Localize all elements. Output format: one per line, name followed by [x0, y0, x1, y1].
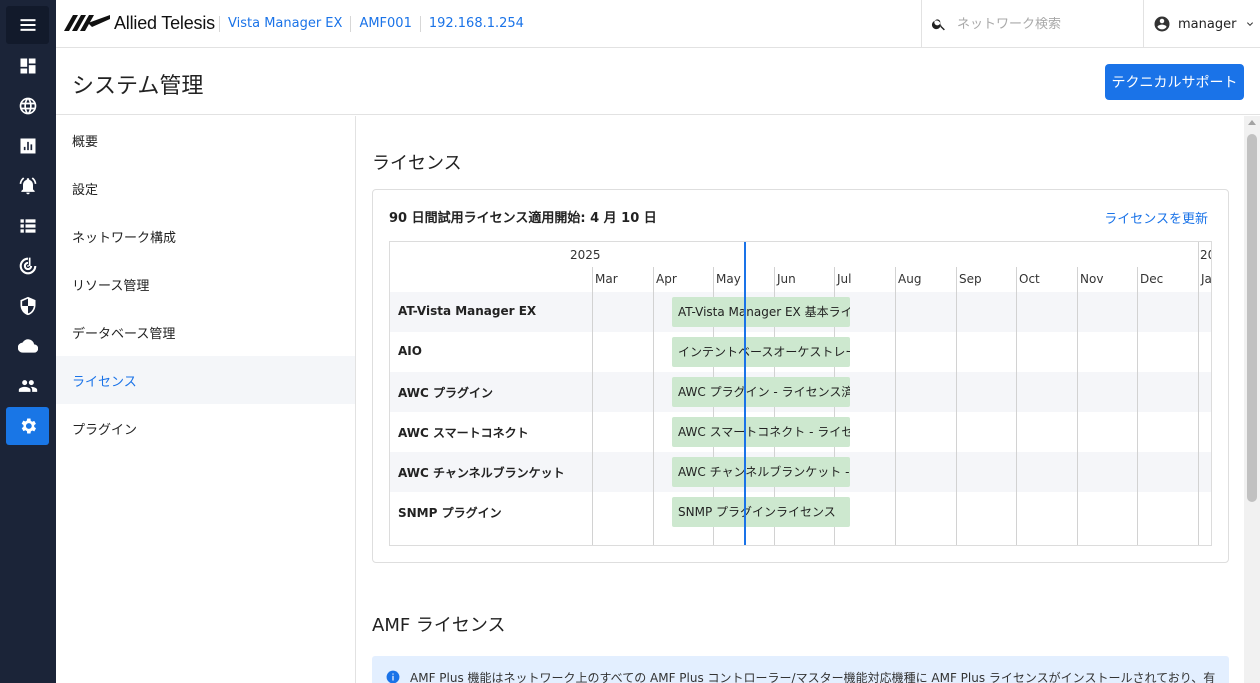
month-gridline: [592, 267, 593, 545]
year-label: 2025: [570, 248, 601, 262]
month-gridline: [895, 267, 896, 545]
license-row-label: AWC プラグイン: [398, 386, 493, 400]
month-label: Jul: [837, 272, 852, 286]
license-section-title: ライセンス: [372, 153, 462, 174]
breadcrumb-product[interactable]: Vista Manager EX: [219, 16, 350, 32]
license-row-label: AWC スマートコネクト: [398, 426, 529, 440]
license-timeline: 2025 20 Mar Apr May Jun Jul Aug Sep Oct …: [389, 241, 1212, 546]
nav-wireless[interactable]: [6, 247, 49, 285]
sidenav-item-database-management[interactable]: データベース管理: [56, 308, 355, 356]
license-row-label: AWC チャンネルブランケット: [398, 466, 565, 480]
icon-rail: [0, 0, 56, 683]
technical-support-button[interactable]: テクニカルサポート: [1105, 64, 1244, 100]
license-bar[interactable]: インテントベースオーケストレー: [672, 337, 850, 367]
amf-info-banner: AMF Plus 機能はネットワーク上のすべての AMF Plus コントローラ…: [372, 656, 1229, 683]
info-icon: [386, 670, 400, 683]
nav-device-list[interactable]: [6, 207, 49, 245]
month-label: Dec: [1140, 272, 1164, 286]
breadcrumb-amf-network[interactable]: AMF001: [350, 16, 419, 32]
month-label: Mar: [595, 272, 618, 286]
account-icon: [1154, 16, 1170, 32]
license-row-label: SNMP プラグイン: [398, 506, 502, 520]
license-bar[interactable]: AWC チャンネルブランケット -: [672, 457, 850, 487]
nav-security[interactable]: [6, 287, 49, 325]
month-label: Jun: [777, 272, 796, 286]
alarm-icon: [19, 177, 36, 195]
allied-telesis-logo-icon: [64, 15, 110, 31]
nav-users[interactable]: [6, 367, 49, 405]
sidenav-item-network-config[interactable]: ネットワーク構成: [56, 212, 355, 260]
license-bar[interactable]: AWC プラグイン - ライセンス済: [672, 377, 850, 407]
search-icon: [931, 19, 945, 31]
sidenav-item-license[interactable]: ライセンス: [56, 356, 355, 404]
month-label: Oct: [1019, 272, 1040, 286]
main-content: ライセンス 90 日間試用ライセンス適用開始: 4 月 10 日 ライセンスを更…: [356, 116, 1244, 683]
page-header: システム管理 テクニカルサポート: [56, 48, 1260, 115]
month-gridline: [1137, 267, 1138, 545]
month-gridline: [956, 267, 957, 545]
license-bar[interactable]: AWC スマートコネクト - ライセ: [672, 417, 850, 447]
breadcrumb: Vista Manager EX AMF001 192.168.1.254: [219, 0, 532, 48]
license-bar[interactable]: AT-Vista Manager EX 基本ライセ: [672, 297, 850, 327]
shield-icon: [20, 296, 35, 316]
month-label: Sep: [959, 272, 982, 286]
user-menu[interactable]: manager: [1143, 0, 1260, 48]
month-label: Ja: [1201, 272, 1212, 286]
sidenav-item-plugins[interactable]: プラグイン: [56, 404, 355, 452]
month-label: Aug: [898, 272, 922, 286]
logo-text: Allied Telesis: [114, 12, 215, 33]
nav-cloud[interactable]: [6, 327, 49, 365]
license-row-label: AT-Vista Manager EX: [398, 304, 537, 318]
month-gridline: [1077, 267, 1078, 545]
search-input[interactable]: [957, 16, 1127, 32]
network-search: [921, 0, 1143, 48]
gear-icon: [21, 418, 36, 434]
update-license-link[interactable]: ライセンスを更新: [1104, 208, 1208, 227]
menu-button[interactable]: [6, 6, 49, 44]
year-label: 20: [1200, 248, 1211, 262]
year-gridline: [1198, 242, 1199, 545]
month-label: Nov: [1080, 272, 1104, 286]
menu-icon: [20, 19, 35, 31]
trial-license-text: 90 日間試用ライセンス適用開始: 4 月 10 日: [389, 211, 657, 226]
list-icon: [20, 219, 35, 233]
page-title: システム管理: [72, 74, 204, 99]
globe-icon: [19, 97, 36, 115]
bar-chart-icon: [20, 138, 35, 154]
scroll-thumb[interactable]: [1247, 134, 1257, 502]
chevron-down-icon: [1247, 22, 1254, 26]
month-gridline: [653, 267, 654, 545]
license-row-label: AIO: [398, 344, 422, 358]
company-logo: Allied Telesis: [64, 12, 215, 34]
nav-reports[interactable]: [6, 127, 49, 165]
nav-alarms[interactable]: [6, 167, 49, 205]
today-marker: [744, 242, 746, 545]
users-icon: [18, 380, 37, 392]
license-card: 90 日間試用ライセンス適用開始: 4 月 10 日 ライセンスを更新 2025…: [372, 189, 1229, 563]
amf-license-section-title: AMF ライセンス: [372, 615, 506, 636]
content-scrollbar[interactable]: [1244, 116, 1260, 683]
month-label: Apr: [656, 272, 677, 286]
top-header: Allied Telesis Vista Manager EX AMF001 1…: [56, 0, 1260, 48]
system-admin-sidenav: 概要 設定 ネットワーク構成 リソース管理 データベース管理 ライセンス プラグ…: [56, 116, 356, 683]
radar-icon: [19, 257, 36, 275]
license-bar[interactable]: SNMP プラグインライセンス: [672, 497, 850, 527]
nav-network-map[interactable]: [6, 87, 49, 125]
sidenav-item-resource-management[interactable]: リソース管理: [56, 260, 355, 308]
nav-system-admin[interactable]: [6, 407, 49, 445]
user-name: manager: [1178, 16, 1237, 32]
sidenav-item-overview[interactable]: 概要: [56, 116, 355, 164]
amf-info-text: AMF Plus 機能はネットワーク上のすべての AMF Plus コントローラ…: [410, 671, 1216, 683]
scroll-up-arrow-icon[interactable]: [1248, 120, 1256, 125]
breadcrumb-ip-address[interactable]: 192.168.1.254: [419, 16, 532, 32]
nav-dashboard[interactable]: [6, 47, 49, 85]
dashboard-icon: [20, 58, 35, 74]
cloud-icon: [17, 339, 38, 353]
sidenav-item-settings[interactable]: 設定: [56, 164, 355, 212]
month-gridline: [1016, 267, 1017, 545]
month-label: May: [716, 272, 741, 286]
